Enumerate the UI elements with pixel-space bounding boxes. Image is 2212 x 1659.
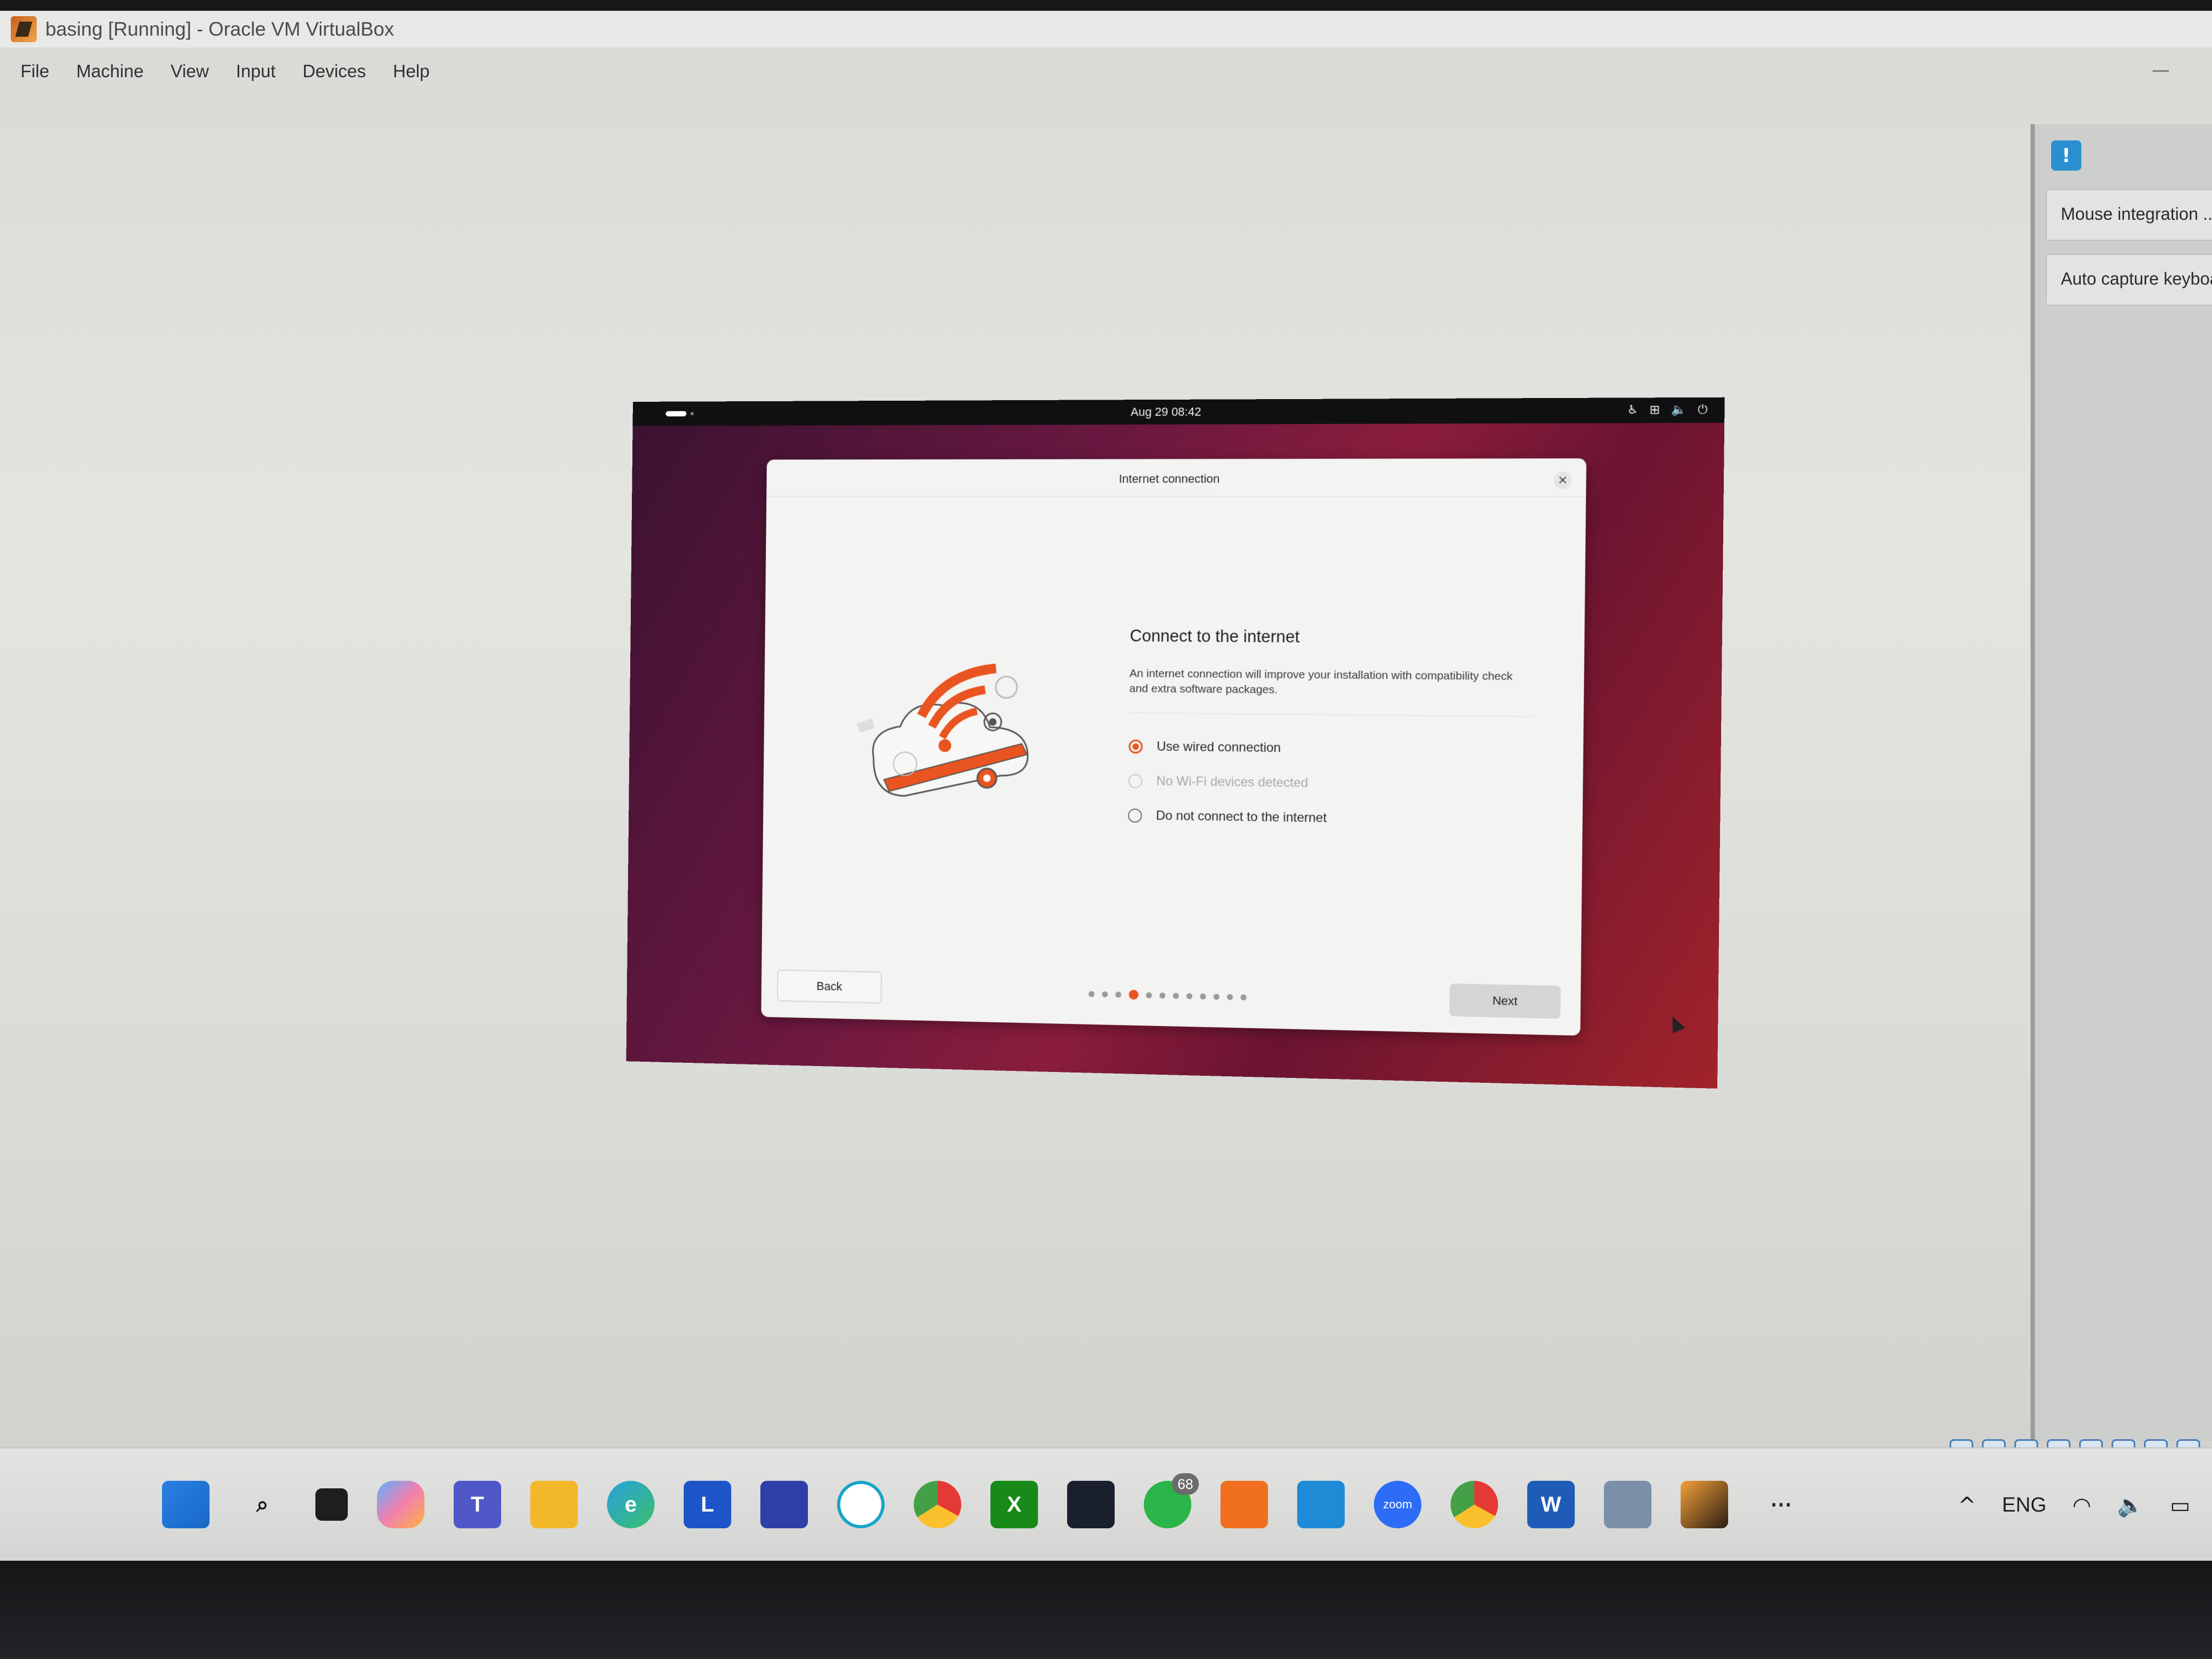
chrome-profile-icon[interactable]	[1451, 1481, 1498, 1528]
option-no-connection[interactable]: Do not connect to the internet	[1128, 798, 1533, 839]
task-view-icon[interactable]	[315, 1488, 348, 1521]
notification-center: ! Mouse integration ... Auto capture key…	[2031, 124, 2212, 1442]
word-icon[interactable]: W	[1527, 1481, 1575, 1528]
minimize-icon[interactable]	[2153, 70, 2169, 72]
guest-system-tray[interactable]: ♿ ⊞ 🔈 ⏻	[1627, 403, 1708, 417]
chevron-up-icon[interactable]: ^	[1958, 1493, 1977, 1518]
menu-help[interactable]: Help	[393, 61, 430, 82]
windows-start-icon[interactable]	[162, 1481, 210, 1528]
menu-devices[interactable]: Devices	[302, 61, 366, 82]
copilot-icon[interactable]	[377, 1481, 424, 1528]
page-heading: Connect to the internet	[1130, 626, 1300, 646]
pager-dot	[1172, 992, 1179, 999]
notification-auto-capture-keyboard[interactable]: Auto capture keyboa	[2046, 254, 2212, 306]
search-icon[interactable]: ⌕	[239, 1481, 286, 1528]
chrome-icon[interactable]	[914, 1481, 961, 1528]
network-icon[interactable]: ⊞	[1649, 403, 1660, 417]
guest-topbar: Aug 29 08:42 ♿ ⊞ 🔈 ⏻	[632, 397, 1725, 426]
step-pager	[1088, 989, 1247, 1002]
mouse-cursor-icon	[1666, 1014, 1685, 1034]
xampp-icon[interactable]	[1220, 1481, 1268, 1528]
host-screen: basing [Running] - Oracle VM VirtualBox …	[0, 11, 2212, 1561]
menu-view[interactable]: View	[171, 61, 209, 82]
file-explorer-icon[interactable]	[530, 1481, 578, 1528]
virtualbox-vm-icon[interactable]	[1681, 1481, 1728, 1528]
cortana-icon[interactable]	[837, 1481, 885, 1528]
pager-dot	[1213, 993, 1220, 1000]
volume-icon[interactable]: 🔈	[1671, 403, 1687, 417]
whatsapp-icon[interactable]: 68	[1144, 1473, 1199, 1528]
pager-dot	[1199, 993, 1206, 1000]
option-wifi-label: No Wi-Fi devices detected	[1156, 773, 1309, 791]
menu-machine[interactable]: Machine	[76, 61, 144, 82]
teams-icon[interactable]: T	[454, 1481, 501, 1528]
pager-dot-active	[1129, 989, 1139, 1000]
system-tray: ^ ENG ◠ 🔈 ▭	[1958, 1493, 2190, 1519]
whatsapp-badge: 68	[1172, 1473, 1199, 1495]
pager-dot	[1088, 990, 1095, 997]
more-icon[interactable]: ⋯	[1757, 1481, 1805, 1528]
radio-no-connection[interactable]	[1128, 808, 1142, 823]
pager-dot	[1226, 994, 1233, 1000]
vm-display[interactable]: Aug 29 08:42 ♿ ⊞ 🔈 ⏻ Internet connection…	[626, 397, 1725, 1089]
pager-dot	[1186, 993, 1192, 999]
vscode-icon[interactable]	[1297, 1481, 1345, 1528]
taskbar-apps: ⌕ T e L X 68 zoom W ⋯	[162, 1473, 1805, 1528]
accessibility-icon[interactable]: ♿	[1627, 403, 1638, 417]
wifi-icon[interactable]: ◠	[2072, 1493, 2091, 1518]
volume-icon[interactable]: 🔈	[2117, 1493, 2144, 1518]
pager-dot	[1102, 991, 1108, 997]
guest-clock[interactable]: Aug 29 08:42	[633, 403, 1725, 421]
power-icon[interactable]: ⏻	[1698, 403, 1708, 417]
option-wired-connection[interactable]: Use wired connection	[1128, 729, 1534, 768]
virtualbox-icon[interactable]	[1604, 1481, 1651, 1528]
bezel-bottom	[0, 1561, 2212, 1659]
dialog-content: Connect to the internet An internet conn…	[1128, 626, 1534, 839]
notification-icon[interactable]: !	[2051, 140, 2081, 171]
next-button[interactable]: Next	[1449, 983, 1561, 1019]
radio-wired-connection[interactable]	[1128, 739, 1143, 754]
radio-wifi	[1128, 774, 1143, 788]
dialog-title: Internet connection	[1118, 471, 1220, 486]
zoom-icon[interactable]: zoom	[1374, 1481, 1421, 1528]
internet-illustration	[857, 635, 1044, 819]
window-title: basing [Running] - Oracle VM VirtualBox	[45, 18, 394, 40]
notification-mouse-integration[interactable]: Mouse integration ...	[2046, 189, 2212, 241]
pager-dot	[1240, 994, 1247, 1000]
pager-dot	[1115, 991, 1122, 997]
windows-taskbar: ⌕ T e L X 68 zoom W ⋯ ^ ENG ◠ 🔈 ▭	[0, 1447, 2212, 1561]
media-app-icon[interactable]	[1067, 1481, 1115, 1528]
virtualbox-app-icon	[11, 16, 37, 42]
battery-icon[interactable]: ▭	[2170, 1493, 2190, 1518]
installer-dialog: Internet connection × Connect to the int…	[761, 458, 1685, 1036]
option-wifi: No Wi-Fi devices detected	[1128, 764, 1533, 804]
option-no-connection-label: Do not connect to the internet	[1156, 808, 1327, 826]
xbox-icon[interactable]: X	[990, 1481, 1038, 1528]
microsoft-store-icon[interactable]	[760, 1481, 808, 1528]
close-icon[interactable]: ×	[1554, 471, 1572, 489]
l-app-icon[interactable]: L	[684, 1481, 731, 1528]
pager-dot	[1146, 992, 1152, 999]
page-description: An internet connection will improve your…	[1129, 666, 1534, 717]
bezel-top	[0, 0, 2212, 11]
menu-input[interactable]: Input	[236, 61, 275, 82]
dialog-header: Internet connection ×	[766, 458, 1587, 497]
virtualbox-titlebar: basing [Running] - Oracle VM VirtualBox	[0, 11, 2212, 48]
option-wired-connection-label: Use wired connection	[1156, 739, 1281, 756]
pager-dot	[1159, 992, 1166, 999]
edge-icon[interactable]: e	[607, 1481, 655, 1528]
back-button[interactable]: Back	[777, 969, 882, 1004]
menu-file[interactable]: File	[21, 61, 49, 82]
language-indicator[interactable]: ENG	[2002, 1494, 2046, 1517]
virtualbox-menubar: File Machine View Input Devices Help	[0, 54, 457, 89]
